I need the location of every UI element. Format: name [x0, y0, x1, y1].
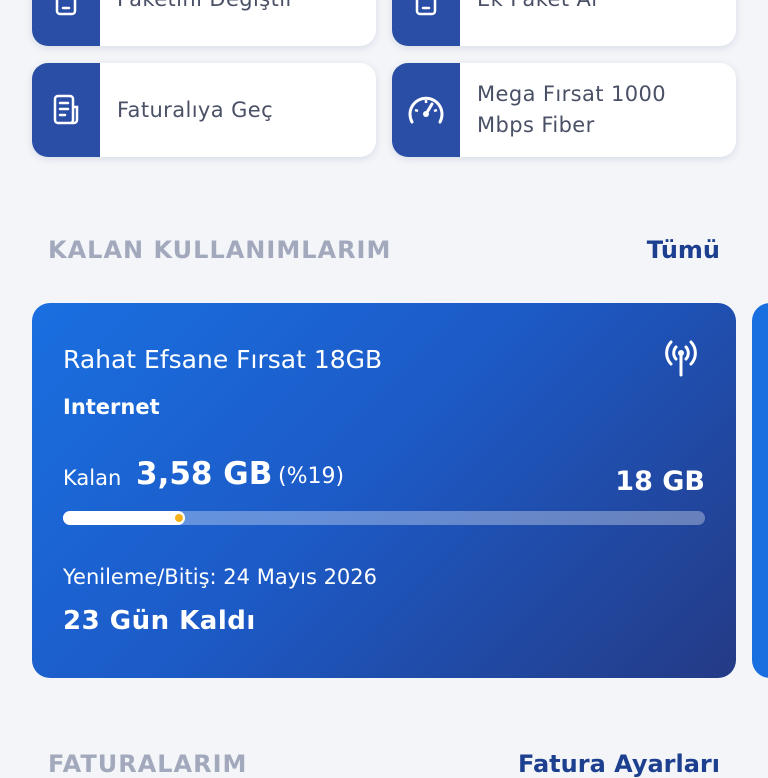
days-left: 23 Gün Kaldı [63, 606, 256, 636]
see-all-link[interactable]: Tümü [647, 236, 720, 264]
usage-progress-bar [63, 511, 705, 525]
invoice-icon [32, 63, 100, 157]
action-tile-switch-to-postpaid[interactable]: Faturalıya Geç [32, 63, 376, 157]
action-label: Mega Fırsat 1000 Mbps Fiber [477, 82, 667, 137]
next-usage-card-peek[interactable] [752, 303, 768, 678]
section-title-remaining-usage: KALAN KULLANIMLARIM [48, 236, 392, 264]
remaining-label: Kalan [63, 466, 122, 490]
action-label: Ek Paket Al [460, 0, 598, 15]
action-label: Paketini Değiştir [100, 0, 295, 15]
remaining-amount: 3,58 GB [136, 456, 273, 492]
renewal-date: Yenileme/Bitiş: 24 Mayıs 2026 [63, 565, 378, 589]
action-label: Faturalıya Geç [117, 97, 274, 122]
section-title-bills: FATURALARIM [48, 750, 248, 778]
total-quota: 18 GB [615, 466, 705, 497]
action-tile-extra-package[interactable]: Ek Paket Al [392, 0, 736, 46]
usage-card[interactable]: Rahat Efsane Fırsat 18GB Internet Kalan … [32, 303, 736, 678]
action-tile-fiber-offer[interactable]: Mega Fırsat 1000 Mbps Fiber [392, 63, 736, 157]
usage-type: Internet [63, 395, 160, 419]
signal-antenna-icon [658, 335, 704, 383]
remaining-percent: (%19) [278, 464, 345, 489]
phone-icon [32, 0, 100, 46]
package-name: Rahat Efsane Fırsat 18GB [63, 345, 383, 374]
phone-icon [392, 0, 460, 46]
bill-settings-link[interactable]: Fatura Ayarları [518, 750, 720, 778]
speedometer-icon [392, 63, 460, 157]
progress-indicator-dot [174, 514, 183, 522]
usage-progress-fill [63, 511, 185, 525]
action-tile-change-package[interactable]: Paketini Değiştir [32, 0, 376, 46]
